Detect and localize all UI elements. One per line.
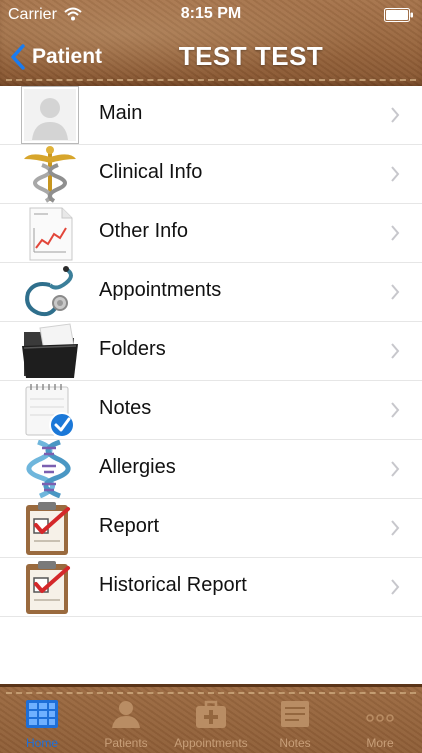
back-chevron-icon xyxy=(11,44,25,70)
menu-item-clinical-info[interactable]: Clinical Info xyxy=(0,145,422,204)
menu-item-appointments[interactable]: Appointments xyxy=(0,263,422,322)
back-button-label: Patient xyxy=(32,45,103,68)
people-icon xyxy=(112,701,140,728)
person-placeholder-icon xyxy=(21,86,79,144)
medical-bag-icon xyxy=(196,700,226,728)
menu-item-other-info[interactable]: Other Info xyxy=(0,204,422,263)
chart-document-icon xyxy=(29,207,73,261)
menu-item-notes[interactable]: Notes xyxy=(0,381,422,440)
menu-item-label: Other Info xyxy=(99,220,188,242)
battery-icon xyxy=(384,8,413,22)
navigation-header: Carrier 8:15 PM Patient TEST TEST xyxy=(0,0,422,89)
chevron-right-icon xyxy=(391,166,400,182)
dna-icon xyxy=(26,440,71,498)
menu-item-label: Historical Report xyxy=(99,574,247,596)
tab-notes[interactable]: Notes xyxy=(253,687,337,753)
caduceus-icon xyxy=(24,146,76,203)
tab-label: Patients xyxy=(104,736,148,750)
chevron-right-icon xyxy=(391,284,400,300)
menu-item-label: Report xyxy=(99,515,160,537)
tab-label: Home xyxy=(25,736,58,750)
tab-appointments[interactable]: Appointments xyxy=(169,687,253,753)
chevron-right-icon xyxy=(391,107,400,123)
more-dots-icon xyxy=(366,714,394,722)
stethoscope-icon xyxy=(25,266,73,317)
menu-item-main[interactable]: Main xyxy=(0,86,422,145)
home-grid-icon xyxy=(26,700,58,728)
notepad-check-icon xyxy=(25,384,75,438)
chevron-right-icon xyxy=(391,579,400,595)
menu-item-folders[interactable]: Folders xyxy=(0,322,422,381)
menu-item-label: Allergies xyxy=(99,456,176,478)
folder-icon xyxy=(22,323,78,378)
chevron-right-icon xyxy=(391,402,400,418)
menu-item-report[interactable]: Report xyxy=(0,499,422,558)
status-time: 8:15 PM xyxy=(180,5,242,22)
notes-icon xyxy=(281,701,309,727)
menu-item-label: Notes xyxy=(99,397,152,419)
chevron-right-icon xyxy=(391,343,400,359)
menu-item-label: Appointments xyxy=(99,279,222,301)
tab-home[interactable]: Home xyxy=(0,687,84,753)
back-button[interactable]: Patient xyxy=(10,40,102,74)
status-bar: Carrier 8:15 PM xyxy=(0,0,422,30)
chevron-right-icon xyxy=(391,461,400,477)
patient-menu-list: Main Clinical Info Other Info Appointmen… xyxy=(0,86,422,617)
menu-item-historical-report[interactable]: Historical Report xyxy=(0,558,422,617)
menu-item-label: Folders xyxy=(99,338,166,360)
chevron-right-icon xyxy=(391,225,400,241)
tab-bar: Home Patients Appointments Notes More xyxy=(0,684,422,753)
tab-more[interactable]: More xyxy=(338,687,422,753)
menu-item-label: Main xyxy=(99,102,143,124)
chevron-right-icon xyxy=(391,520,400,536)
menu-item-allergies[interactable]: Allergies xyxy=(0,440,422,499)
tab-label: Notes xyxy=(279,736,311,750)
tab-label: Appointments xyxy=(174,736,248,750)
clipboard-check-icon xyxy=(26,502,70,555)
tab-label: More xyxy=(366,736,394,750)
clipboard-check-icon xyxy=(26,561,70,614)
page-title: TEST TEST xyxy=(178,41,324,71)
menu-item-label: Clinical Info xyxy=(99,161,203,183)
tab-patients[interactable]: Patients xyxy=(84,687,168,753)
